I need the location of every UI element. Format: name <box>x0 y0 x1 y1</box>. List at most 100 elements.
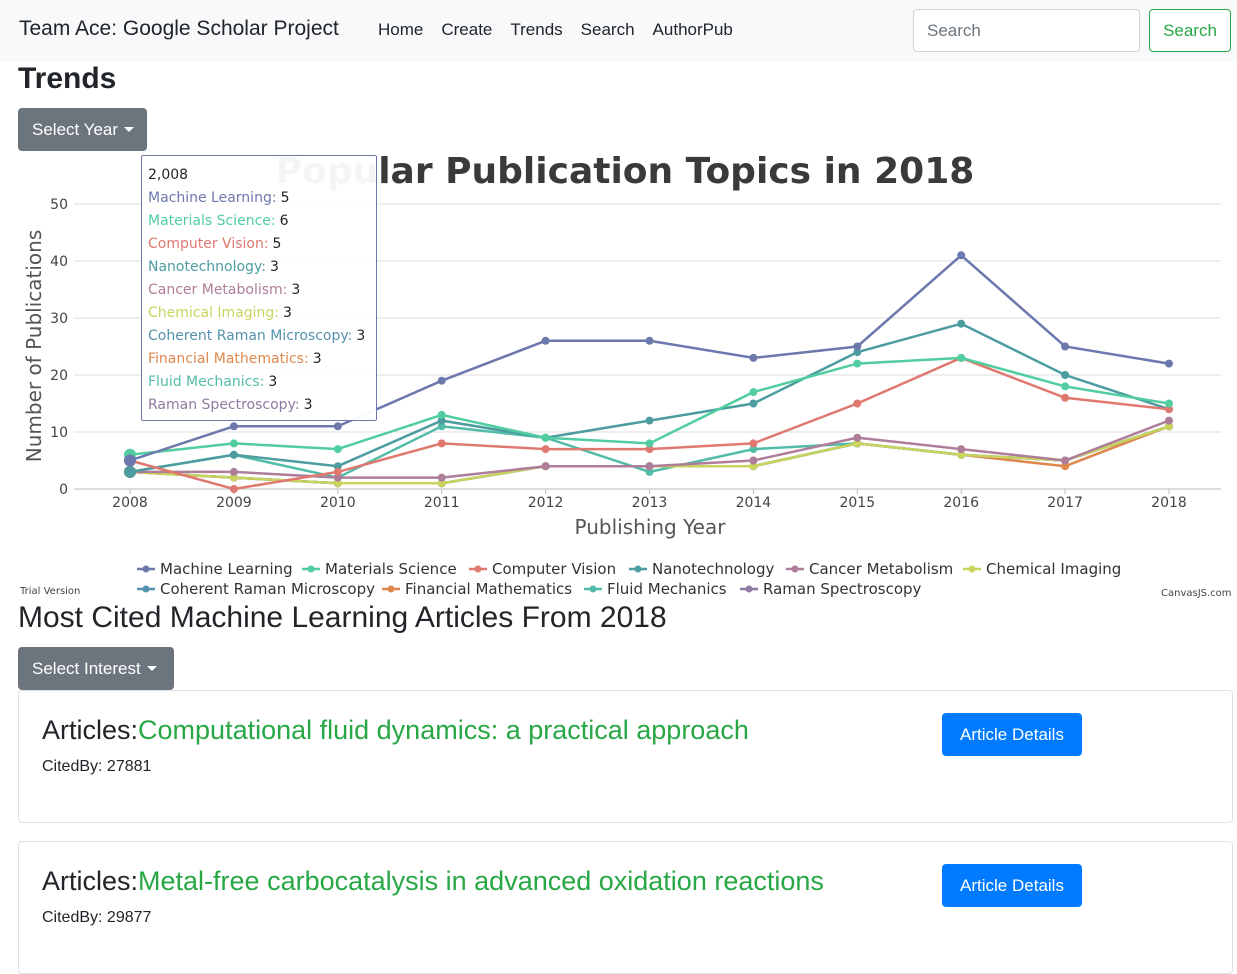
article-card: Articles:Computational fluid dynamics: a… <box>18 690 1233 823</box>
x-tick-label: 2013 <box>632 495 668 511</box>
legend-marker-dot <box>634 565 642 573</box>
x-tick-label: 2015 <box>839 495 875 511</box>
legend-marker-dot <box>791 565 799 573</box>
nav-link-authorpub[interactable]: AuthorPub <box>653 20 733 40</box>
tooltip-row: Computer Vision: 5 <box>148 236 282 252</box>
article-cited-by: CitedBy: 29877 <box>42 909 152 926</box>
data-point <box>333 422 342 431</box>
data-point <box>541 336 550 345</box>
legend-item: Computer Vision <box>492 560 616 578</box>
data-point <box>333 445 342 454</box>
nav-link-create[interactable]: Create <box>441 20 492 40</box>
data-point <box>1061 382 1070 391</box>
legend-marker-dot <box>142 585 150 593</box>
data-point <box>1165 399 1173 408</box>
article-link[interactable]: Metal-free carbocatalysis in advanced ox… <box>138 866 824 896</box>
data-point <box>437 473 446 482</box>
data-point <box>229 450 238 459</box>
select-interest-dropdown[interactable]: Select Interest <box>18 647 174 690</box>
canvasjs-credit[interactable]: CanvasJS.com <box>1161 588 1232 599</box>
data-point <box>749 399 758 408</box>
data-point <box>749 439 758 448</box>
tooltip-series-value: 3 <box>268 374 278 390</box>
tooltip-series-name: Coherent Raman Microscopy <box>148 328 348 344</box>
tooltip-row: Fluid Mechanics: 3 <box>148 374 278 390</box>
nav-link-home[interactable]: Home <box>378 20 423 40</box>
y-tick-label: 40 <box>50 254 68 270</box>
data-point <box>957 353 966 362</box>
tooltip-row: Cancer Metabolism: 3 <box>148 282 301 298</box>
legend-marker-dot <box>589 585 597 593</box>
data-point <box>749 456 758 465</box>
data-point <box>541 445 550 454</box>
tooltip-series-value: 3 <box>356 328 366 344</box>
data-point <box>1165 416 1173 425</box>
x-tick-label: 2018 <box>1151 495 1187 511</box>
data-point <box>853 359 862 368</box>
chart-tooltip: 2,008 Machine Learning: 5 Materials Scienc… <box>141 155 377 421</box>
tooltip-series-value: 6 <box>279 213 289 229</box>
data-point <box>333 467 342 476</box>
data-point <box>645 439 654 448</box>
data-point <box>541 433 550 442</box>
search-button[interactable]: Search <box>1149 9 1231 52</box>
nav-link-search[interactable]: Search <box>581 20 635 40</box>
x-tick-label: 2011 <box>424 495 460 511</box>
data-point <box>957 251 966 260</box>
legend-marker-dot <box>142 565 150 573</box>
data-point <box>124 465 136 478</box>
navbar: Team Ace: Google Scholar Project Home Cr… <box>0 0 1237 62</box>
data-point <box>229 439 238 448</box>
select-year-dropdown[interactable]: Select Year <box>18 108 147 151</box>
data-point <box>229 467 238 476</box>
select-year-label: Select Year <box>32 119 119 139</box>
article-details-button[interactable]: Article Details <box>942 864 1082 907</box>
nav-link-trends[interactable]: Trends <box>510 20 562 40</box>
data-point <box>437 376 446 385</box>
article-link[interactable]: Computational fluid dynamics: a practica… <box>138 715 749 745</box>
x-tick-label: 2008 <box>112 495 148 511</box>
article-prefix: Articles: <box>42 715 139 745</box>
search-input[interactable] <box>913 9 1140 52</box>
tooltip-series-name: Raman Spectroscopy <box>148 397 295 413</box>
legend-item: Fluid Mechanics <box>607 580 727 598</box>
legend-item: Financial Mathematics <box>405 580 572 598</box>
data-point <box>749 353 758 362</box>
data-point <box>645 462 654 471</box>
data-point <box>229 485 238 493</box>
tooltip-series-name: Cancer Metabolism <box>148 282 283 298</box>
tooltip-row: Raman Spectroscopy: 3 <box>148 397 313 413</box>
y-axis-title: Number of Publications <box>22 230 46 463</box>
tooltip-series-value: 3 <box>291 282 301 298</box>
x-tick-label: 2014 <box>736 495 772 511</box>
tooltip-series-value: 3 <box>283 305 292 321</box>
brand[interactable]: Team Ace: Google Scholar Project <box>19 17 339 41</box>
data-point <box>1061 342 1070 351</box>
tooltip-row: Machine Learning: 5 <box>148 190 290 206</box>
y-tick-label: 30 <box>50 311 68 327</box>
tooltip-header: 2,008 <box>148 167 189 183</box>
legend-item: Coherent Raman Microscopy <box>160 580 375 598</box>
tooltip-row: Materials Science: 6 <box>148 213 289 229</box>
legend-item: Nanotechnology <box>652 560 775 578</box>
tooltip-series-value: 3 <box>303 397 313 413</box>
x-tick-label: 2010 <box>320 495 356 511</box>
x-tick-label: 2017 <box>1047 495 1083 511</box>
legend-marker-dot <box>387 585 395 593</box>
caret-down-icon <box>146 666 157 671</box>
trends-heading: Trends <box>18 62 117 95</box>
data-point <box>957 445 966 454</box>
data-point <box>853 342 862 351</box>
x-tick-label: 2012 <box>528 495 564 511</box>
nav-links: Home Create Trends Search AuthorPub <box>378 20 751 40</box>
tooltip-series-name: Materials Science <box>148 213 271 229</box>
data-point <box>229 422 238 431</box>
article-prefix: Articles: <box>42 866 139 896</box>
caret-down-icon <box>124 127 135 132</box>
legend-marker-dot <box>307 565 315 573</box>
article-details-button[interactable]: Article Details <box>942 713 1082 756</box>
data-point <box>437 410 446 419</box>
legend-item: Machine Learning <box>160 560 293 578</box>
tooltip-series-name: Fluid Mechanics <box>148 374 260 390</box>
chart-title: Popular Publication Topics in 2018 <box>276 151 975 192</box>
